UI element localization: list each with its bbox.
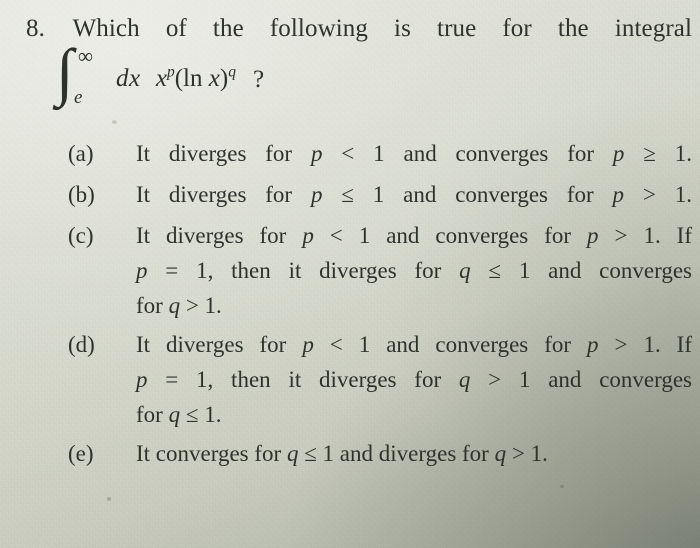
option-c-line-2: p = 1, then it diverges for q ≤ 1 and co… <box>136 258 693 283</box>
question-prompt: 8. Which of the following is true for th… <box>26 14 692 44</box>
denominator-base: x <box>155 64 167 92</box>
fraction: dx xp(ln x)q <box>110 64 239 93</box>
answer-options-list: (a) It diverges for p < 1 and converges … <box>68 136 692 477</box>
option-e[interactable]: (e) It converges for q ≤ 1 and diverges … <box>68 436 692 471</box>
option-c-label: (c) <box>68 223 94 248</box>
option-d-text: It diverges for p < 1 and converges for … <box>136 327 692 432</box>
denominator-log-exponent: q <box>228 63 236 81</box>
option-a-text: It diverges for p < 1 and converges for … <box>136 141 693 166</box>
denominator-exponent: p <box>166 63 175 81</box>
integral-lower-limit: e <box>74 87 83 108</box>
integral-expression: ∞ ∫ e dx xp(ln x)q ? <box>52 40 265 110</box>
option-a[interactable]: (a) It diverges for p < 1 and converges … <box>68 136 692 171</box>
option-c-line-1: It diverges for p < 1 and converges for … <box>136 223 692 248</box>
option-d-line-1: It diverges for p < 1 and converges for … <box>136 332 692 357</box>
option-b[interactable]: (b) It diverges for p ≤ 1 and converges … <box>68 177 692 212</box>
integral-sign-group: ∞ ∫ e <box>52 40 96 110</box>
option-e-label: (e) <box>68 441 94 466</box>
option-d-line-2: p = 1, then it diverges for q > 1 and co… <box>136 367 693 392</box>
option-c[interactable]: (c) It diverges for p < 1 and converges … <box>68 218 692 323</box>
fraction-numerator: dx <box>116 64 141 92</box>
scanned-page: 8. Which of the following is true for th… <box>0 0 700 548</box>
question-mark: ? <box>252 66 265 93</box>
question-prompt-text: Which of the following is true for the i… <box>72 15 692 42</box>
integral-symbol: ∫ <box>56 36 74 107</box>
option-a-label: (a) <box>68 141 94 166</box>
option-e-text: It converges for q ≤ 1 and diverges for … <box>136 441 548 466</box>
integral-upper-limit: ∞ <box>78 44 93 68</box>
option-c-line-3: for q > 1. <box>136 293 222 318</box>
fraction-denominator: xp(ln x)q <box>153 63 239 92</box>
option-d-line-3: for q ≤ 1. <box>136 402 222 427</box>
denominator-log: (ln x) <box>174 64 229 92</box>
option-b-label: (b) <box>68 182 95 207</box>
option-d-label: (d) <box>68 332 95 357</box>
question-number: 8. <box>26 15 45 42</box>
option-d[interactable]: (d) It diverges for p < 1 and converges … <box>68 327 692 432</box>
option-b-text: It diverges for p ≤ 1 and converges for … <box>136 182 692 207</box>
option-c-text: It diverges for p < 1 and converges for … <box>136 218 692 323</box>
